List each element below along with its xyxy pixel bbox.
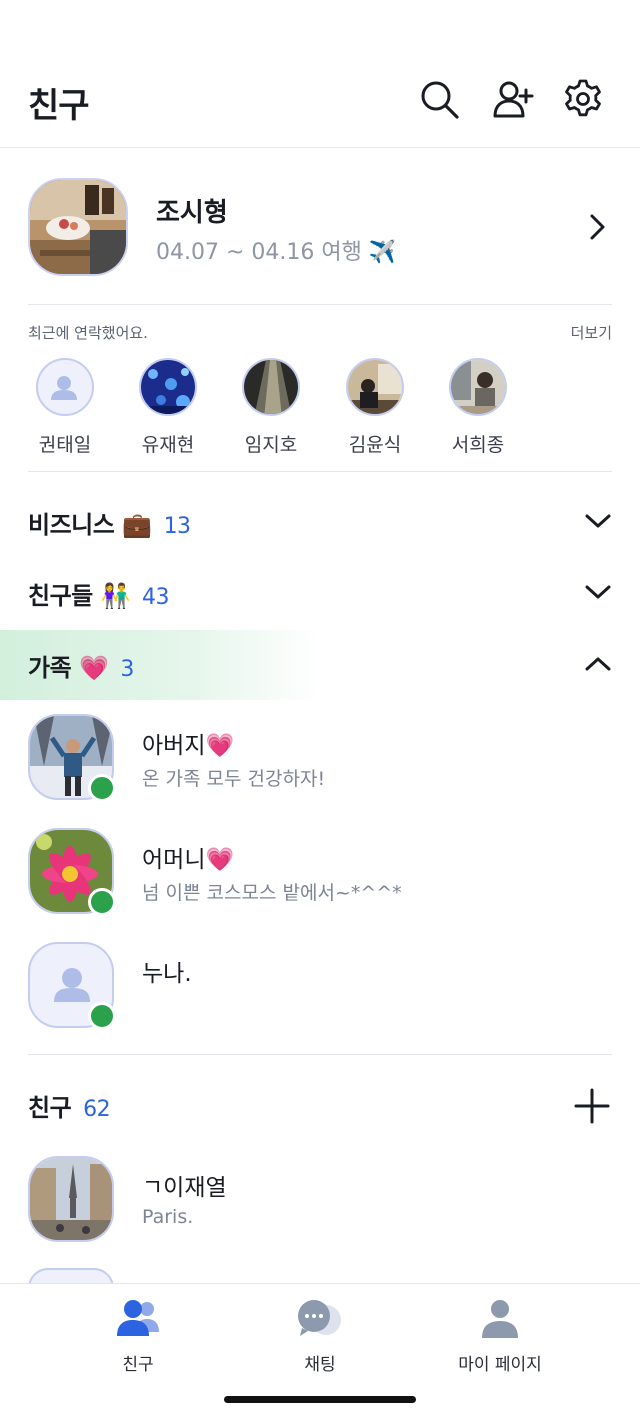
list-item[interactable]: 아버지💗 온 가족 모두 건강하자! — [0, 714, 640, 814]
my-page-icon — [482, 1300, 518, 1338]
settings-icon[interactable] — [562, 78, 604, 120]
profile-avatar — [28, 178, 128, 276]
friends-icon — [117, 1300, 159, 1336]
profile-status: 04.07 ~ 04.16 여행 ✈️ — [156, 240, 397, 265]
recent-contact-name: 서희종 — [451, 434, 505, 456]
avatar — [28, 1156, 114, 1242]
friend-status-message: Paris. — [142, 1206, 194, 1228]
online-status-indicator — [88, 774, 116, 802]
chevron-up-icon[interactable] — [584, 654, 612, 674]
my-profile[interactable]: 조시형 04.07 ~ 04.16 여행 ✈️ — [0, 148, 640, 304]
friend-count: 62 — [83, 1097, 111, 1122]
list-item[interactable]: 누나. — [0, 942, 640, 1042]
page-title: 친구 — [28, 86, 90, 126]
recent-contact[interactable]: 유재현 — [118, 358, 218, 457]
avatar — [346, 358, 404, 416]
avatar — [36, 358, 94, 416]
tab-friends[interactable]: 친구 — [58, 1298, 218, 1375]
tab-label: 친구 — [122, 1355, 154, 1375]
home-indicator — [224, 1396, 416, 1403]
friend-name: ㄱ이재열 — [142, 1175, 227, 1201]
chevron-down-icon[interactable] — [584, 582, 612, 602]
group-friends[interactable]: 친구들 👫 43 — [0, 558, 640, 628]
tab-label: 채팅 — [304, 1355, 336, 1375]
list-item[interactable]: 어머니💗 넘 이쁜 코스모스 밭에서~*^^* — [0, 828, 640, 928]
friend-status-message: 넘 이쁜 코스모스 밭에서~*^^* — [142, 882, 402, 904]
recent-contact[interactable]: 권태일 — [15, 358, 115, 457]
group-count: 3 — [120, 657, 134, 682]
group-count: 43 — [141, 585, 170, 610]
group-family[interactable]: 가족 💗 3 — [0, 630, 640, 700]
friend-name: 어머니💗 — [142, 847, 235, 873]
friend-name: 아버지💗 — [142, 733, 235, 759]
add-friend-icon[interactable] — [492, 78, 534, 120]
chevron-down-icon[interactable] — [584, 511, 612, 531]
group-name: 친구들 👫 — [28, 582, 130, 610]
divider — [28, 1054, 612, 1055]
group-name: 가족 💗 — [28, 654, 109, 682]
chevron-right-icon[interactable] — [584, 212, 610, 242]
app-header: 친구 — [0, 0, 640, 148]
divider — [28, 304, 612, 305]
tab-my-page[interactable]: 마이 페이지 — [420, 1298, 580, 1375]
online-status-indicator — [88, 888, 116, 916]
see-more-link[interactable]: 더보기 — [571, 322, 612, 343]
recent-contact-name: 임지호 — [244, 434, 298, 456]
friends-section-header: 친구 62 — [0, 1070, 640, 1140]
avatar — [449, 358, 507, 416]
online-status-indicator — [88, 1002, 116, 1030]
friend-name: 누나. — [142, 961, 192, 987]
plus-icon[interactable] — [574, 1088, 610, 1124]
tab-chat[interactable]: 채팅 — [240, 1298, 400, 1375]
recent-contact-name: 유재현 — [141, 434, 195, 456]
recent-contact-name: 권태일 — [38, 434, 92, 456]
group-business[interactable]: 비즈니스 💼 13 — [0, 487, 640, 557]
avatar — [139, 358, 197, 416]
avatar — [242, 358, 300, 416]
friend-status-message: 온 가족 모두 건강하자! — [142, 768, 326, 790]
list-item[interactable]: ㄱ이재열 Paris. — [0, 1156, 640, 1256]
recent-contact-name: 김윤식 — [348, 434, 402, 456]
tab-label: 마이 페이지 — [458, 1355, 542, 1375]
section-title: 친구 — [28, 1094, 72, 1122]
recent-contact[interactable]: 서희종 — [428, 358, 528, 457]
group-count: 13 — [163, 514, 192, 539]
search-icon[interactable] — [418, 78, 460, 120]
chat-icon — [298, 1300, 341, 1336]
divider — [28, 471, 612, 472]
recent-contact[interactable]: 김윤식 — [325, 358, 425, 457]
recent-contact[interactable]: 임지호 — [221, 358, 321, 457]
group-name: 비즈니스 💼 — [28, 511, 152, 539]
profile-name: 조시형 — [156, 198, 228, 228]
recent-contacts-label: 최근에 연락했어요. — [28, 324, 148, 342]
